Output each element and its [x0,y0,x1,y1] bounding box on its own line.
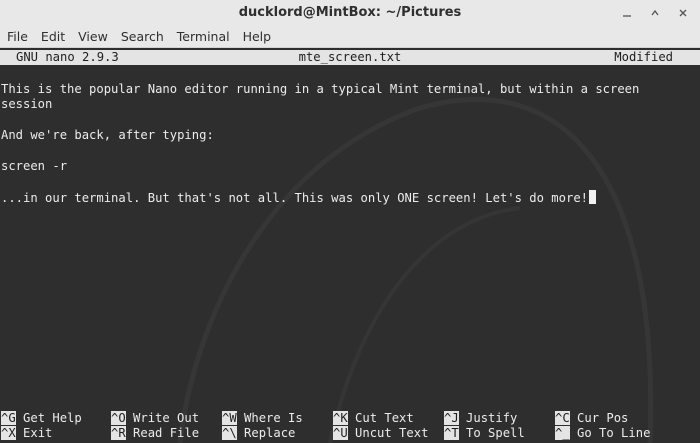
shortcut-label: Get Help [23,411,82,425]
nano-status: Modified [614,50,673,64]
minimize-icon [623,15,631,17]
shortcut-to-spell[interactable]: ^T To Spell [444,426,525,441]
shortcut-label: Where Is [244,411,303,425]
shortcut-go-to-line[interactable]: ^_ Go To Line [555,426,650,441]
minimize-button[interactable] [616,2,638,24]
shortcut-key: ^\ [222,426,237,440]
title-bar[interactable]: ducklord@MintBox: ~/Pictures [0,0,700,26]
shortcut-key: ^C [555,411,570,425]
shortcut-label: Justify [466,411,518,425]
shortcut-key: ^J [444,411,459,425]
shortcut-key: ^_ [555,426,570,440]
shortcut-label: Exit [23,426,53,440]
shortcut-write-out[interactable]: ^O Write Out [111,411,199,426]
editor-line[interactable]: session [1,97,52,112]
shortcut-key: ^O [111,411,126,425]
editor-line[interactable]: And we're back, after typing: [1,128,214,143]
shortcut-label: Cut Text [355,411,414,425]
menu-view[interactable]: View [71,26,114,48]
nano-header-bar: GNU nano 2.9.3 mte_screen.txt Modified [0,50,700,65]
menu-terminal[interactable]: Terminal [170,26,236,48]
maximize-icon [651,9,659,16]
shortcut-label: Uncut Text [355,426,429,440]
nano-filename: mte_screen.txt [298,50,402,64]
editor-line[interactable]: This is the popular Nano editor running … [1,82,639,97]
shortcut-uncut-text[interactable]: ^U Uncut Text [333,426,428,441]
editor-line-current[interactable]: ...in our terminal. But that's not all. … [1,190,596,206]
shortcut-exit[interactable]: ^X Exit [1,426,52,441]
shortcut-label: Write Out [133,411,200,425]
close-button[interactable] [672,2,694,24]
terminal-window: ducklord@MintBox: ~/Pictures File Edit V… [0,0,700,443]
shortcut-key: ^U [333,426,348,440]
shortcut-key: ^G [1,411,16,425]
shortcut-label: Read File [133,426,200,440]
maximize-button[interactable] [644,2,666,24]
menu-search[interactable]: Search [114,26,170,48]
close-icon [679,9,687,17]
shortcut-label: Cur Pos [577,411,629,425]
mint-watermark-logo [177,97,654,443]
shortcut-label: To Spell [466,426,525,440]
window-title: ducklord@MintBox: ~/Pictures [238,5,462,20]
shortcut-get-help[interactable]: ^G Get Help [1,411,82,426]
shortcut-where-is[interactable]: ^W Where Is [222,411,303,426]
shortcut-key: ^T [444,426,459,440]
shortcut-key: ^K [333,411,348,425]
shortcut-label: Go To Line [577,426,651,440]
terminal-area[interactable]: GNU nano 2.9.3 mte_screen.txt Modified T… [0,48,700,443]
shortcut-key: ^X [1,426,16,440]
shortcut-key: ^R [111,426,126,440]
menu-file[interactable]: File [0,26,34,48]
text-cursor [589,190,596,204]
editor-line-text: ...in our terminal. But that's not all. … [1,191,588,205]
window-controls [616,2,694,24]
shortcut-key: ^W [222,411,237,425]
shortcut-replace[interactable]: ^\ Replace [222,426,295,441]
menu-edit[interactable]: Edit [34,26,71,48]
menu-help[interactable]: Help [236,26,278,48]
shortcut-justify[interactable]: ^J Justify [444,411,517,426]
shortcut-read-file[interactable]: ^R Read File [111,426,199,441]
menu-bar: File Edit View Search Terminal Help [0,26,700,48]
editor-line[interactable]: screen -r [1,159,67,174]
shortcut-cut-text[interactable]: ^K Cut Text [333,411,414,426]
shortcut-cur-pos[interactable]: ^C Cur Pos [555,411,628,426]
shortcut-label: Replace [244,426,296,440]
